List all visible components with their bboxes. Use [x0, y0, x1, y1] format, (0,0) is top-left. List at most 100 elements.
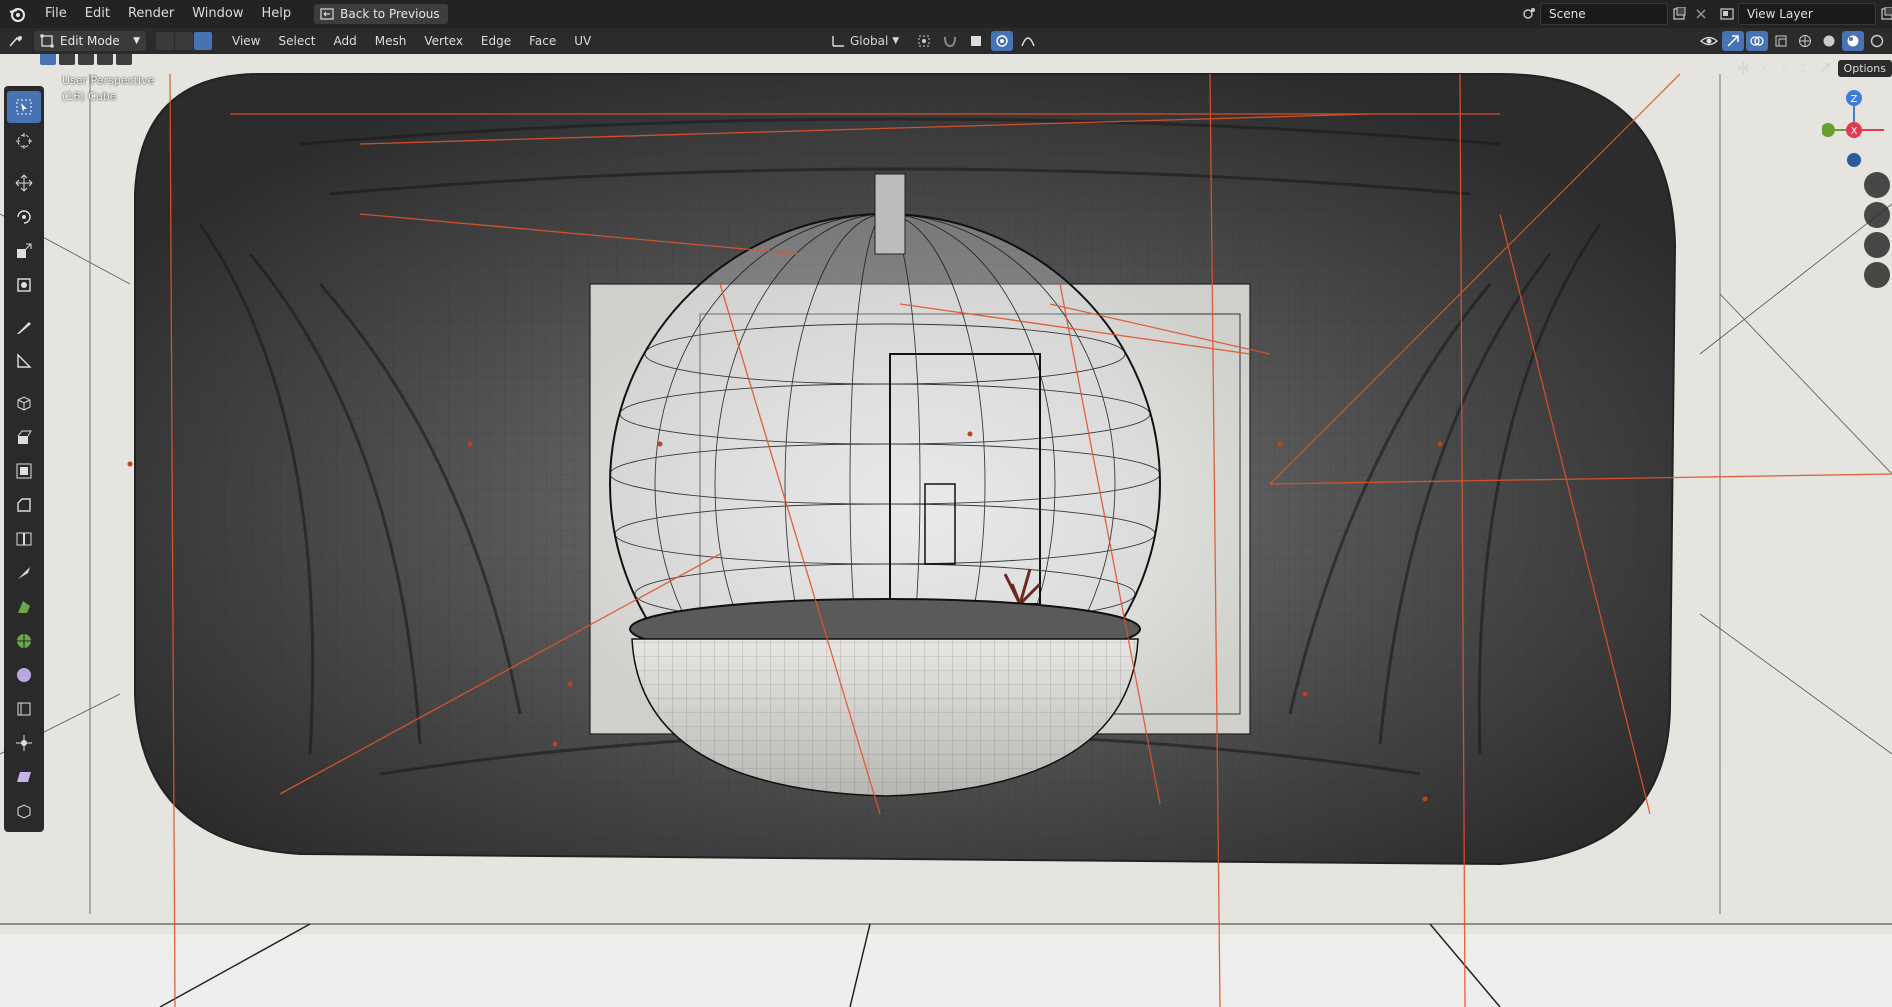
rendered-shading-icon[interactable] [1866, 31, 1888, 51]
snap-target-icon[interactable] [965, 31, 987, 51]
scene-selector: Scene [1518, 3, 1712, 25]
new-view-layer-icon[interactable] [1876, 4, 1892, 24]
transform-tools: Global ▼ [830, 31, 1039, 51]
measure-tool-icon[interactable] [7, 345, 41, 377]
chevron-down-icon: ▼ [892, 36, 900, 46]
editor-type-icon[interactable] [6, 31, 28, 51]
menu-uv[interactable]: UV [565, 34, 600, 48]
menu-file[interactable]: File [36, 3, 76, 25]
annotate-tool-icon[interactable] [7, 311, 41, 343]
scene-name-field[interactable]: Scene [1540, 3, 1668, 25]
gizmo-toggle-icon[interactable] [1722, 31, 1744, 51]
visibility-icon[interactable] [1698, 31, 1720, 51]
navigation-gizmo[interactable]: Z X [1821, 86, 1892, 176]
back-icon [320, 8, 334, 20]
viewport-shading-controls [1698, 31, 1888, 51]
inset-tool-icon[interactable] [7, 455, 41, 487]
blender-logo-icon[interactable] [6, 3, 28, 25]
svg-text:X: X [1851, 126, 1858, 137]
material-shading-icon[interactable] [1842, 31, 1864, 51]
mirror-icon[interactable] [1732, 58, 1754, 78]
options-button[interactable]: Options [1837, 59, 1892, 77]
menu-vertex[interactable]: Vertex [415, 34, 472, 48]
transform-tool-icon[interactable] [7, 269, 41, 301]
menu-window[interactable]: Window [183, 3, 252, 25]
scene-render [0, 54, 1892, 1007]
face-select-button[interactable] [194, 32, 212, 50]
menu-help[interactable]: Help [253, 3, 301, 25]
delete-scene-icon[interactable] [1690, 4, 1712, 24]
top-menu-bar: File Edit Render Window Help Back to Pre… [0, 0, 1892, 29]
spin-tool-icon[interactable] [7, 625, 41, 657]
edge-select-button[interactable] [175, 32, 193, 50]
pin-icon[interactable] [1814, 58, 1836, 78]
camera-view-icon[interactable] [1864, 232, 1890, 258]
snap-icon[interactable] [939, 31, 961, 51]
cursor-tool-icon[interactable] [7, 125, 41, 157]
smooth-tool-icon[interactable] [7, 659, 41, 691]
falloff-icon[interactable] [1017, 31, 1039, 51]
orientation-icon [832, 36, 844, 47]
rip-tool-icon[interactable] [7, 795, 41, 827]
menu-face[interactable]: Face [520, 34, 565, 48]
move-tool-icon[interactable] [7, 167, 41, 199]
scene-icon[interactable] [1518, 4, 1540, 24]
select-invert-button[interactable] [97, 54, 113, 65]
menu-render[interactable]: Render [119, 3, 183, 25]
3d-viewport[interactable]: User Perspective (16) Cube [0, 54, 1892, 1007]
rotate-tool-icon[interactable] [7, 201, 41, 233]
extrude-tool-icon[interactable] [7, 421, 41, 453]
proportional-edit-icon[interactable] [991, 31, 1014, 51]
add-cube-tool-icon[interactable] [7, 387, 41, 419]
menu-add[interactable]: Add [325, 34, 366, 48]
viewport-header: Edit Mode ▼ View Select Add Mesh Vertex … [0, 28, 1892, 54]
viewport-right-tools: X Y Z Options [1732, 58, 1892, 78]
scale-tool-icon[interactable] [7, 235, 41, 267]
navigation-buttons [1864, 172, 1890, 292]
menu-mesh[interactable]: Mesh [366, 34, 416, 48]
menu-edge[interactable]: Edge [472, 34, 520, 48]
edit-mode-icon [40, 34, 54, 48]
vertex-select-button[interactable] [156, 32, 174, 50]
transform-orientation-select[interactable]: Global [850, 34, 888, 48]
shear-tool-icon[interactable] [7, 761, 41, 793]
view-layer-selector: View Layer [1716, 3, 1892, 25]
svg-text:Z: Z [1851, 94, 1858, 105]
view-layer-field[interactable]: View Layer [1738, 3, 1876, 25]
bevel-tool-icon[interactable] [7, 489, 41, 521]
select-subtract-button[interactable] [78, 54, 94, 65]
loop-cut-tool-icon[interactable] [7, 523, 41, 555]
ortho-toggle-icon[interactable] [1864, 262, 1890, 288]
chevron-down-icon: ▼ [133, 36, 140, 46]
selection-mode-row [40, 54, 132, 65]
mode-label: Edit Mode [60, 34, 120, 48]
axis-z-button[interactable]: Z [1794, 62, 1812, 75]
select-box-tool-icon[interactable] [7, 91, 41, 123]
overlay-toggle-icon[interactable] [1746, 31, 1768, 51]
mode-selector[interactable]: Edit Mode ▼ [34, 31, 146, 51]
edge-slide-tool-icon[interactable] [7, 693, 41, 725]
shrink-fatten-tool-icon[interactable] [7, 727, 41, 759]
wireframe-shading-icon[interactable] [1794, 31, 1816, 51]
menu-view[interactable]: View [223, 34, 269, 48]
poly-build-tool-icon[interactable] [7, 591, 41, 623]
select-mode-buttons [156, 32, 213, 50]
axis-y-button[interactable]: Y [1775, 62, 1792, 75]
axis-x-button[interactable]: X [1756, 62, 1774, 75]
select-new-button[interactable] [40, 54, 56, 65]
pivot-point-icon[interactable] [913, 31, 935, 51]
select-intersect-button[interactable] [116, 54, 132, 65]
back-to-previous-button[interactable]: Back to Previous [314, 4, 448, 24]
perspective-label: User Perspective [62, 74, 155, 87]
menu-select[interactable]: Select [269, 34, 324, 48]
select-extend-button[interactable] [59, 54, 75, 65]
zoom-icon[interactable] [1864, 172, 1890, 198]
xray-toggle-icon[interactable] [1770, 31, 1792, 51]
menu-edit[interactable]: Edit [76, 3, 119, 25]
new-scene-icon[interactable] [1668, 4, 1690, 24]
pan-hand-icon[interactable] [1864, 202, 1890, 228]
solid-shading-icon[interactable] [1818, 31, 1840, 51]
gizmo-y-icon [1821, 123, 1835, 137]
view-layer-icon[interactable] [1716, 4, 1738, 24]
knife-tool-icon[interactable] [7, 557, 41, 589]
